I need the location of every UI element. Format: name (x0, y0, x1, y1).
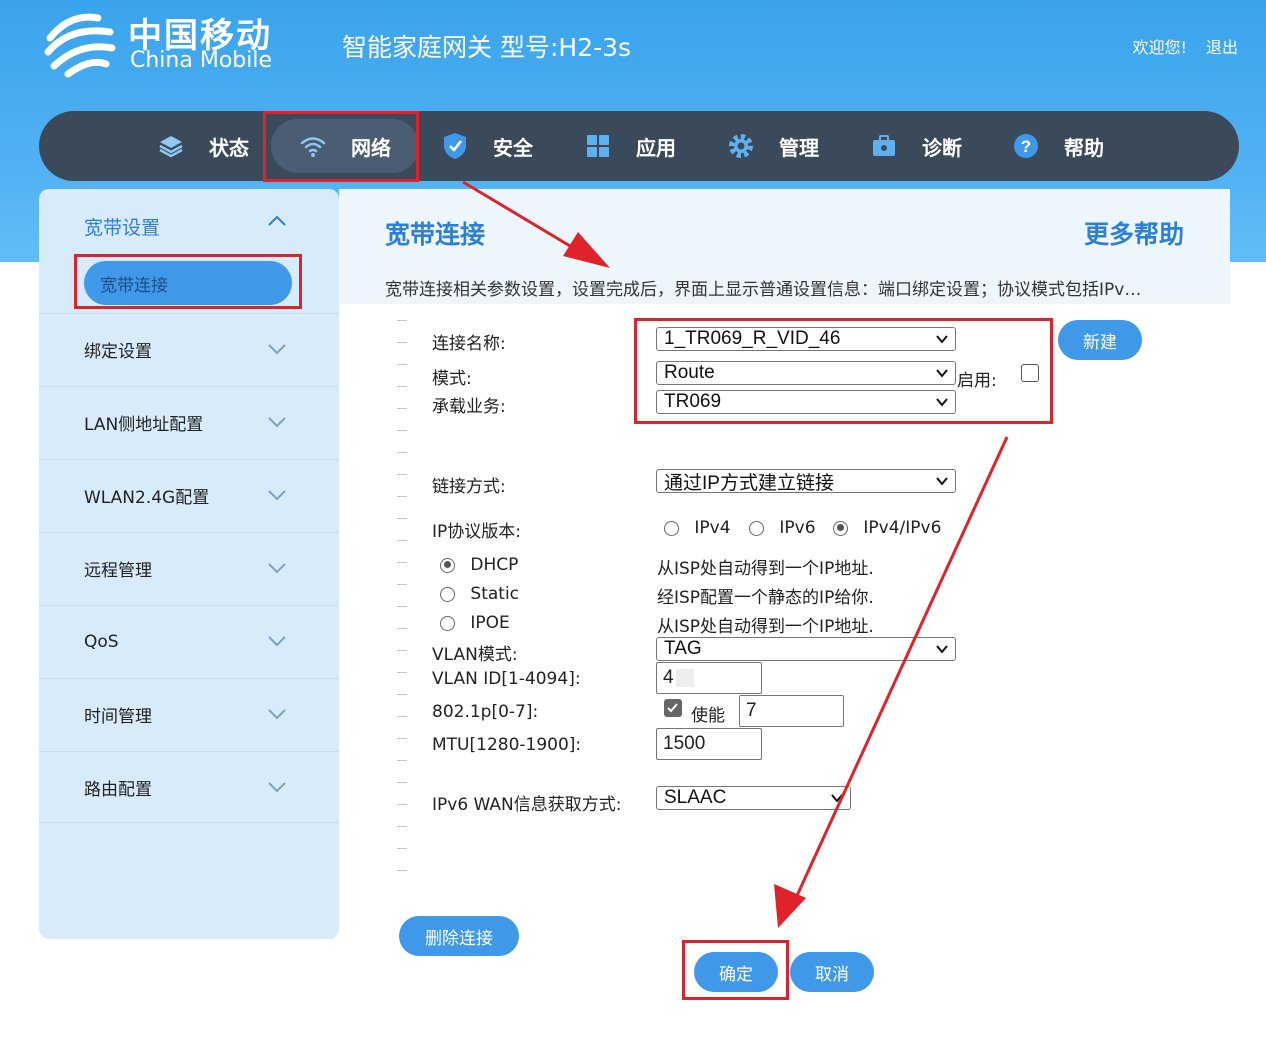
annotation-arrows (462, 180, 1009, 928)
arrow-to-ok (774, 436, 1009, 928)
arrow-to-form (462, 180, 610, 268)
